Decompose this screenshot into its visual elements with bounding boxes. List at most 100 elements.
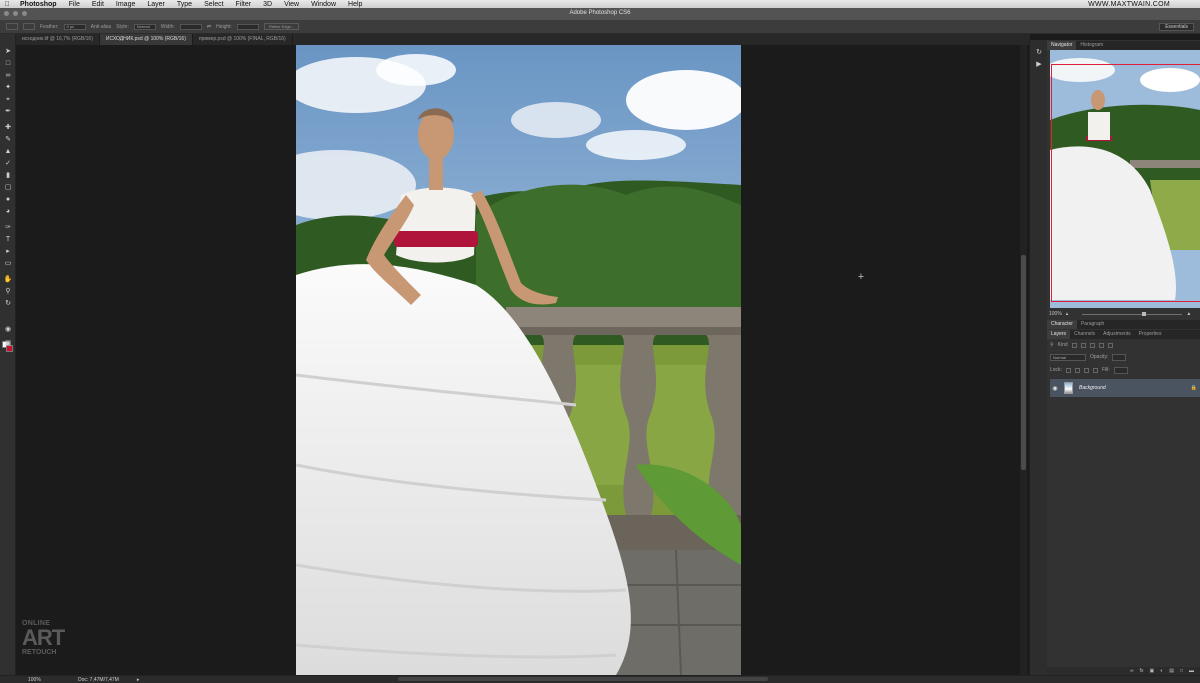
horizontal-scrollbar[interactable]	[398, 677, 768, 681]
adjustment-layer-icon[interactable]: ◐	[1160, 668, 1163, 674]
site-label: WWW.MAXTWAIN.COM	[1088, 0, 1170, 8]
hand-tool-icon[interactable]: ✋	[3, 276, 13, 284]
navigator-view-box[interactable]	[1051, 64, 1200, 302]
apple-icon[interactable]: 	[0, 1, 14, 8]
type-tool-icon[interactable]: T	[3, 236, 13, 244]
menu-help[interactable]: Help	[342, 1, 368, 8]
brush-tool-icon[interactable]: ✎	[3, 136, 13, 144]
pen-tool-icon[interactable]: ✑	[3, 224, 13, 232]
menu-view[interactable]: View	[278, 1, 305, 8]
actions-panel-icon[interactable]: ▶	[1034, 60, 1044, 69]
workspace-switcher[interactable]: Essentials	[1159, 23, 1194, 31]
trash-icon[interactable]: ▬	[1189, 668, 1194, 674]
move-tool-icon[interactable]: ➤	[3, 48, 13, 56]
doc-tab-1[interactable]: исходник.tif @ 16,7% (RGB/16)	[16, 34, 100, 45]
blend-mode-select[interactable]: Normal	[1050, 353, 1086, 361]
tab-navigator[interactable]: Navigator	[1047, 41, 1077, 50]
tab-histogram[interactable]: Histogram	[1076, 41, 1107, 50]
lock-all-icon[interactable]	[1092, 367, 1098, 373]
feather-input[interactable]: 0 px	[63, 23, 86, 30]
navigator-thumbnail[interactable]	[1050, 50, 1200, 308]
zoom-out-icon[interactable]: ▴	[1066, 311, 1069, 317]
layer-background[interactable]: ◉ Background 🔒	[1050, 379, 1200, 397]
tab-character[interactable]: Character	[1047, 320, 1077, 329]
width-input[interactable]	[179, 23, 202, 30]
eyedropper-tool-icon[interactable]: ✒	[3, 108, 13, 116]
document-image[interactable]	[296, 45, 741, 675]
add-mask-icon[interactable]: ▣	[1149, 668, 1154, 674]
selection-mode-buttons[interactable]	[23, 23, 35, 30]
marquee-preset-picker[interactable]	[6, 23, 18, 30]
menu-bar:  Photoshop File Edit Image Layer Type S…	[0, 0, 1200, 8]
shape-tool-icon[interactable]: ▭	[3, 260, 13, 268]
zoom-tool-icon[interactable]: ⚲	[3, 288, 13, 296]
clone-stamp-tool-icon[interactable]: ▲	[3, 148, 13, 156]
screen-mode-icon[interactable]: ▣	[3, 340, 13, 348]
refine-edge-button[interactable]: Refine Edge...	[263, 23, 300, 30]
marquee-tool-icon[interactable]: □	[3, 60, 13, 68]
doc-tab-2[interactable]: ИСХОДНИК.psd @ 100% (RGB/16)	[99, 34, 193, 45]
rotate-view-tool-icon[interactable]: ↻	[3, 300, 13, 308]
layers-tabs: Layers Channels Adjustments Properties	[1047, 330, 1200, 339]
new-layer-icon[interactable]: □	[1180, 668, 1183, 674]
status-doc-size: Doc: 7,47M/7,47M	[78, 676, 119, 683]
menu-image[interactable]: Image	[110, 1, 141, 8]
status-menu-arrow-icon[interactable]: ▸	[137, 677, 140, 683]
type-filter-icon[interactable]	[1089, 342, 1095, 348]
history-panel-icon[interactable]: ↻	[1034, 48, 1044, 57]
lock-position-icon[interactable]	[1083, 367, 1089, 373]
height-input[interactable]	[236, 23, 259, 30]
zoom-in-icon[interactable]: ▲	[1186, 311, 1191, 317]
adjustment-filter-icon[interactable]	[1080, 342, 1086, 348]
crop-tool-icon[interactable]: ⌖	[3, 96, 13, 104]
dodge-tool-icon[interactable]: ◕	[3, 208, 13, 216]
vertical-scrollbar[interactable]	[1020, 45, 1027, 675]
link-layers-icon[interactable]: ∞	[1130, 668, 1134, 674]
smart-object-filter-icon[interactable]	[1107, 342, 1113, 348]
navigator-zoom-value[interactable]: 100%	[1049, 311, 1062, 317]
eye-icon[interactable]: ◉	[1050, 385, 1060, 392]
menu-file[interactable]: File	[63, 1, 86, 8]
blur-tool-icon[interactable]: ●	[3, 196, 13, 204]
opacity-input[interactable]	[1112, 353, 1127, 361]
zoom-slider-knob[interactable]	[1142, 311, 1147, 316]
layer-style-icon[interactable]: fx	[1140, 668, 1144, 674]
healing-brush-tool-icon[interactable]: ✚	[3, 124, 13, 132]
status-zoom[interactable]: 100%	[0, 677, 78, 683]
vertical-scroll-thumb[interactable]	[1021, 255, 1026, 470]
gradient-tool-icon[interactable]: ▢	[3, 184, 13, 192]
options-bar: Feather: 0 px Anti-alias Style: Normal W…	[0, 20, 1200, 34]
new-group-icon[interactable]: ▤	[1169, 668, 1174, 674]
style-select[interactable]: Normal	[133, 23, 156, 30]
lock-pixels-icon[interactable]	[1074, 367, 1080, 373]
navigator-zoom-slider[interactable]	[1082, 311, 1183, 316]
menu-window[interactable]: Window	[305, 1, 342, 8]
menu-select[interactable]: Select	[198, 1, 229, 8]
lock-icon: 🔒	[1190, 385, 1197, 391]
eraser-tool-icon[interactable]: ▮	[3, 172, 13, 180]
lasso-tool-icon[interactable]: ∞	[3, 72, 13, 80]
tab-channels[interactable]: Channels	[1070, 330, 1099, 339]
anti-alias-checkbox[interactable]: Anti-alias	[91, 24, 112, 30]
path-selection-tool-icon[interactable]: ▸	[3, 248, 13, 256]
tab-paragraph[interactable]: Paragraph	[1077, 320, 1108, 329]
menu-3d[interactable]: 3D	[257, 1, 278, 8]
tab-layers[interactable]: Layers	[1047, 330, 1071, 339]
menu-edit[interactable]: Edit	[86, 1, 110, 8]
shape-filter-icon[interactable]	[1098, 342, 1104, 348]
lock-transparency-icon[interactable]	[1065, 367, 1071, 373]
quick-mask-icon[interactable]: ◉	[3, 326, 13, 334]
tab-properties[interactable]: Properties	[1135, 330, 1166, 339]
fill-input[interactable]	[1113, 366, 1128, 374]
menu-layer[interactable]: Layer	[141, 1, 171, 8]
quick-select-tool-icon[interactable]: ✦	[3, 84, 13, 92]
tab-adjustments[interactable]: Adjustments	[1099, 330, 1135, 339]
menu-filter[interactable]: Filter	[230, 1, 258, 8]
menu-photoshop[interactable]: Photoshop	[14, 1, 63, 8]
swap-icon[interactable]: ⇄	[207, 24, 211, 30]
menu-type[interactable]: Type	[171, 1, 198, 8]
pixel-filter-icon[interactable]	[1071, 342, 1077, 348]
doc-tab-3[interactable]: пример.psd @ 100% (FINAL, RGB/16)	[193, 34, 293, 45]
filter-kind-select[interactable]: Kind	[1058, 342, 1068, 348]
history-brush-tool-icon[interactable]: ✓	[3, 160, 13, 168]
